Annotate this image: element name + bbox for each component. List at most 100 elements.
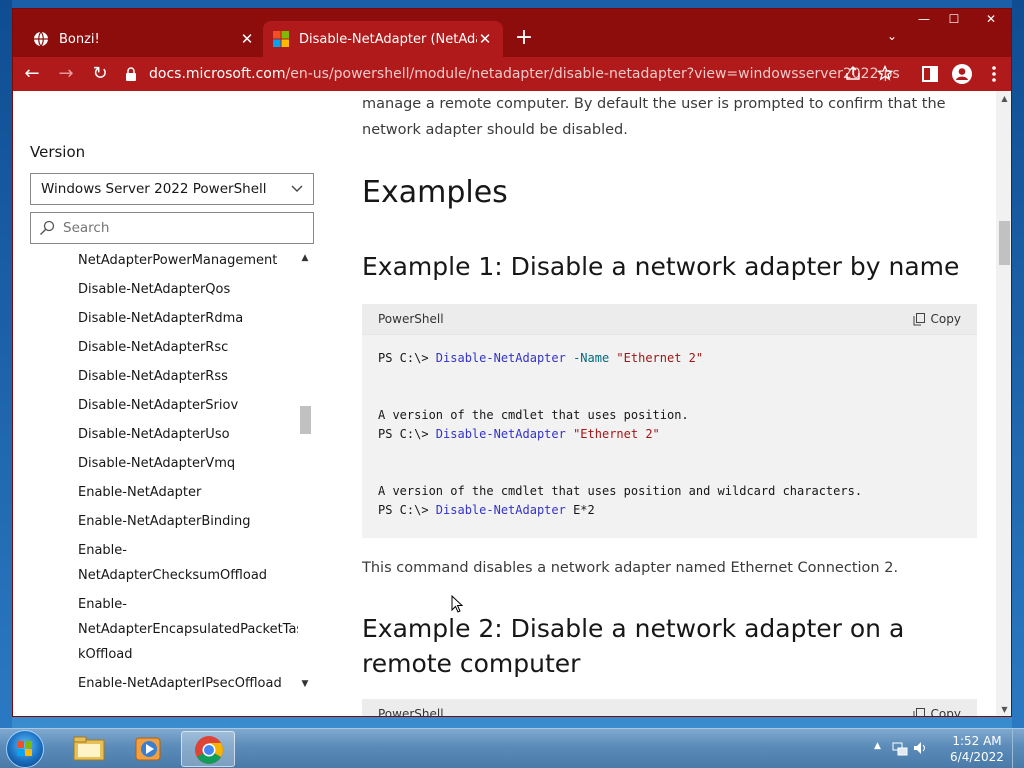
- version-select[interactable]: Windows Server 2022 PowerShell: [30, 173, 314, 205]
- code-string: "Ethernet 2": [565, 427, 660, 441]
- omnibox-actions: [845, 65, 893, 81]
- scroll-down-icon[interactable]: ▼: [298, 677, 312, 691]
- menu-icon[interactable]: [983, 63, 1005, 85]
- example-1-description: This command disables a network adapter …: [362, 560, 899, 576]
- copy-button[interactable]: Copy: [913, 312, 961, 326]
- toc-item[interactable]: Enable-NetAdapterIPsecOffload: [78, 669, 298, 691]
- toc-search-box[interactable]: [30, 212, 314, 244]
- system-tray: ▲ 1:52 AM 6/4/2022: [864, 729, 1024, 768]
- tab-title: Disable-NetAdapter (NetAdapter: [299, 31, 477, 47]
- toc-item[interactable]: Disable-NetAdapterRdma: [78, 304, 298, 333]
- code-arg: E*2: [565, 503, 595, 517]
- network-icon[interactable]: [892, 741, 908, 757]
- toolbar-right: [919, 63, 1005, 85]
- code-header: PowerShell Copy: [362, 304, 977, 335]
- taskbar-clock[interactable]: 1:52 AM 6/4/2022: [948, 733, 1006, 765]
- share-icon[interactable]: [845, 65, 861, 81]
- page-scrollbar[interactable]: ▲ ▼: [996, 91, 1011, 716]
- toc-item[interactable]: Disable-NetAdapterRss: [78, 362, 298, 391]
- new-tab-button[interactable]: +: [513, 25, 535, 50]
- minimize-button[interactable]: —: [909, 9, 939, 29]
- scroll-up-icon[interactable]: ▲: [298, 251, 312, 265]
- tab-search-chevron-icon[interactable]: ⌄: [887, 29, 897, 43]
- copy-label: Copy: [930, 707, 961, 717]
- taskbar-chrome[interactable]: [181, 731, 235, 767]
- toc-item[interactable]: Enable- NetAdapterEncapsulatedPacketTas …: [78, 590, 298, 669]
- code-param: -Name: [565, 351, 617, 365]
- url-host: docs.microsoft.com: [149, 66, 286, 82]
- code-language: PowerShell: [378, 707, 444, 717]
- show-hidden-icons-icon[interactable]: ▲: [874, 741, 881, 751]
- example-2-heading: Example 2: Disable a network adapter on …: [362, 611, 904, 681]
- taskbar-explorer[interactable]: [62, 731, 116, 767]
- chevron-down-icon: [291, 185, 303, 192]
- toc-item[interactable]: Disable-NetAdapterVmq: [78, 449, 298, 478]
- page-viewport: Version Windows Server 2022 PowerShell N…: [13, 91, 1011, 717]
- maximize-button[interactable]: ☐: [939, 9, 969, 29]
- close-icon[interactable]: ✕: [477, 30, 493, 48]
- code-prompt: PS C:\>: [378, 351, 436, 365]
- code-string: "Ethernet 2": [616, 351, 704, 365]
- windows-logo-icon: [17, 741, 32, 756]
- code-cmdlet: Disable-NetAdapter: [435, 503, 566, 517]
- scroll-up-icon[interactable]: ▲: [996, 91, 1011, 107]
- mouse-cursor-icon: [451, 595, 463, 613]
- reload-button[interactable]: ↻: [85, 59, 115, 89]
- copy-icon: [913, 707, 925, 716]
- docs-sidebar: Version Windows Server 2022 PowerShell N…: [30, 91, 315, 716]
- table-of-contents: NetAdapterPowerManagement Disable-NetAdap…: [78, 246, 298, 691]
- page-scroll-thumb[interactable]: [999, 221, 1010, 265]
- clock-date: 6/4/2022: [950, 750, 1004, 764]
- example-2-heading-line: remote computer: [362, 649, 581, 678]
- toc-item[interactable]: Enable-NetAdapter: [78, 478, 298, 507]
- desktop-background-right: [1012, 0, 1024, 728]
- browser-toolbar: ← → ↻ docs.microsoft.com/en-us/powershel…: [13, 57, 1011, 91]
- windows-explorer-icon: [73, 736, 105, 761]
- intro-paragraph: manage a remote computer. By default the…: [362, 91, 962, 143]
- toc-item[interactable]: Disable-NetAdapterSriov: [78, 391, 298, 420]
- lock-icon: [126, 67, 136, 81]
- address-bar[interactable]: docs.microsoft.com/en-us/powershell/modu…: [123, 60, 903, 88]
- close-window-button[interactable]: ✕: [969, 9, 1011, 29]
- close-icon[interactable]: ✕: [239, 30, 255, 48]
- clock-time: 1:52 AM: [952, 734, 1002, 748]
- profile-icon[interactable]: [951, 63, 973, 85]
- taskbar-media-player[interactable]: [122, 731, 176, 767]
- toc-scrollbar[interactable]: ▲ ▼: [298, 251, 312, 691]
- search-input[interactable]: [63, 220, 305, 236]
- code-body: PS C:\> Disable-NetAdapter -Name "Ethern…: [362, 335, 977, 538]
- volume-icon[interactable]: [912, 740, 928, 756]
- show-desktop-button[interactable]: [1012, 729, 1024, 768]
- copy-button[interactable]: Copy: [913, 707, 961, 717]
- back-button[interactable]: ←: [17, 59, 47, 89]
- forward-button[interactable]: →: [51, 59, 81, 89]
- code-line: PS C:\> Disable-NetAdapter -Name "Ethern…: [378, 351, 961, 370]
- window-controls: — ☐ ✕: [909, 9, 1011, 29]
- media-player-icon: [135, 737, 161, 761]
- code-cmdlet: Disable-NetAdapter: [435, 427, 566, 441]
- toc-item[interactable]: Disable-NetAdapterQos: [78, 275, 298, 304]
- toc-item[interactable]: Disable-NetAdapterUso: [78, 420, 298, 449]
- tab-bonzi[interactable]: Bonzi! ✕: [23, 21, 265, 57]
- tab-disable-netadapter[interactable]: Disable-NetAdapter (NetAdapter ✕: [263, 21, 503, 57]
- intro-line: manage a remote computer. By default the…: [362, 96, 946, 112]
- url-path: /en-us/powershell/module/netadapter/disa…: [285, 66, 900, 82]
- scroll-down-icon[interactable]: ▼: [996, 702, 1011, 716]
- toc-item[interactable]: Enable- NetAdapterChecksumOffload: [78, 536, 298, 590]
- code-line: A version of the cmdlet that uses positi…: [378, 408, 689, 422]
- code-prompt: PS C:\>: [378, 427, 436, 441]
- sidebar-icon[interactable]: [919, 63, 941, 85]
- code-block-example-2: PowerShell Copy: [362, 699, 977, 717]
- toc-item[interactable]: Enable-NetAdapterBinding: [78, 507, 298, 536]
- tab-strip: Bonzi! ✕ Disable-NetAdapter (NetAdapter …: [13, 9, 1011, 57]
- toc-item[interactable]: NetAdapterPowerManagement: [78, 246, 298, 275]
- toc-scroll-thumb[interactable]: [300, 406, 311, 434]
- toc-item[interactable]: Disable-NetAdapterRsc: [78, 333, 298, 362]
- code-prompt: PS C:\>: [378, 503, 436, 517]
- start-button[interactable]: [6, 730, 44, 768]
- search-icon: [40, 220, 55, 235]
- examples-heading: Examples: [362, 175, 508, 210]
- bookmark-star-icon[interactable]: [877, 65, 893, 81]
- code-line: PS C:\> Disable-NetAdapter E*2: [378, 503, 961, 522]
- version-label: Version: [30, 143, 86, 161]
